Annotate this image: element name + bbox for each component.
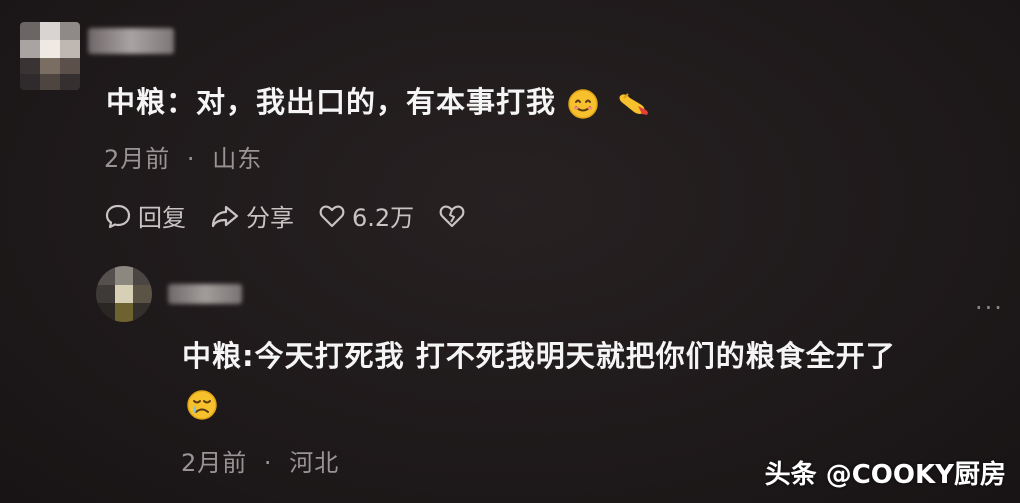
username-blurred[interactable] bbox=[88, 28, 174, 54]
watermark: 头条 @COOKY厨房 bbox=[764, 460, 1006, 490]
comment-time: 2月前 bbox=[104, 145, 171, 173]
comment-text: 中粮：对，我出口的，有本事打我 bbox=[106, 84, 652, 120]
broken-heart-icon bbox=[439, 205, 465, 227]
reply-button[interactable]: 回复 bbox=[104, 198, 186, 233]
comment-actions: 回复 分享 6.2万 bbox=[104, 198, 466, 233]
hand-emoji-icon bbox=[619, 93, 649, 115]
reply-text: 中粮:今天打死我 打不死我明天就把你们的粮食全开了 bbox=[182, 338, 896, 374]
comment-text-content: 中粮：对，我出口的，有本事打我 bbox=[106, 85, 557, 119]
background bbox=[0, 0, 1020, 503]
meta-separator: · bbox=[186, 145, 196, 173]
reply-time: 2月前 bbox=[181, 449, 248, 477]
heart-icon bbox=[319, 205, 345, 227]
reply-label: 回复 bbox=[138, 204, 186, 232]
comment-location: 山东 bbox=[212, 145, 263, 173]
comment-bubble-icon bbox=[105, 204, 131, 228]
reply-username-blurred[interactable] bbox=[168, 284, 242, 304]
reply-location: 河北 bbox=[289, 449, 340, 477]
cry-emoji-icon bbox=[187, 390, 217, 420]
share-label: 分享 bbox=[246, 204, 294, 232]
like-count: 6.2万 bbox=[352, 204, 415, 232]
meta-separator: · bbox=[263, 449, 273, 477]
smile-emoji-icon bbox=[568, 89, 598, 119]
comment-meta: 2月前 · 山东 bbox=[104, 139, 262, 174]
share-button[interactable]: 分享 bbox=[210, 198, 294, 233]
avatar[interactable] bbox=[20, 22, 80, 90]
reply-text-content: 中粮:今天打死我 打不死我明天就把你们的粮食全开了 bbox=[182, 339, 896, 373]
dislike-button[interactable] bbox=[438, 202, 466, 230]
reply-avatar[interactable] bbox=[96, 266, 152, 322]
more-options-button[interactable]: ··· bbox=[975, 294, 1004, 322]
reply-meta: 2月前 · 河北 bbox=[181, 443, 339, 478]
share-arrow-icon bbox=[211, 205, 239, 227]
like-button[interactable]: 6.2万 bbox=[318, 198, 414, 233]
